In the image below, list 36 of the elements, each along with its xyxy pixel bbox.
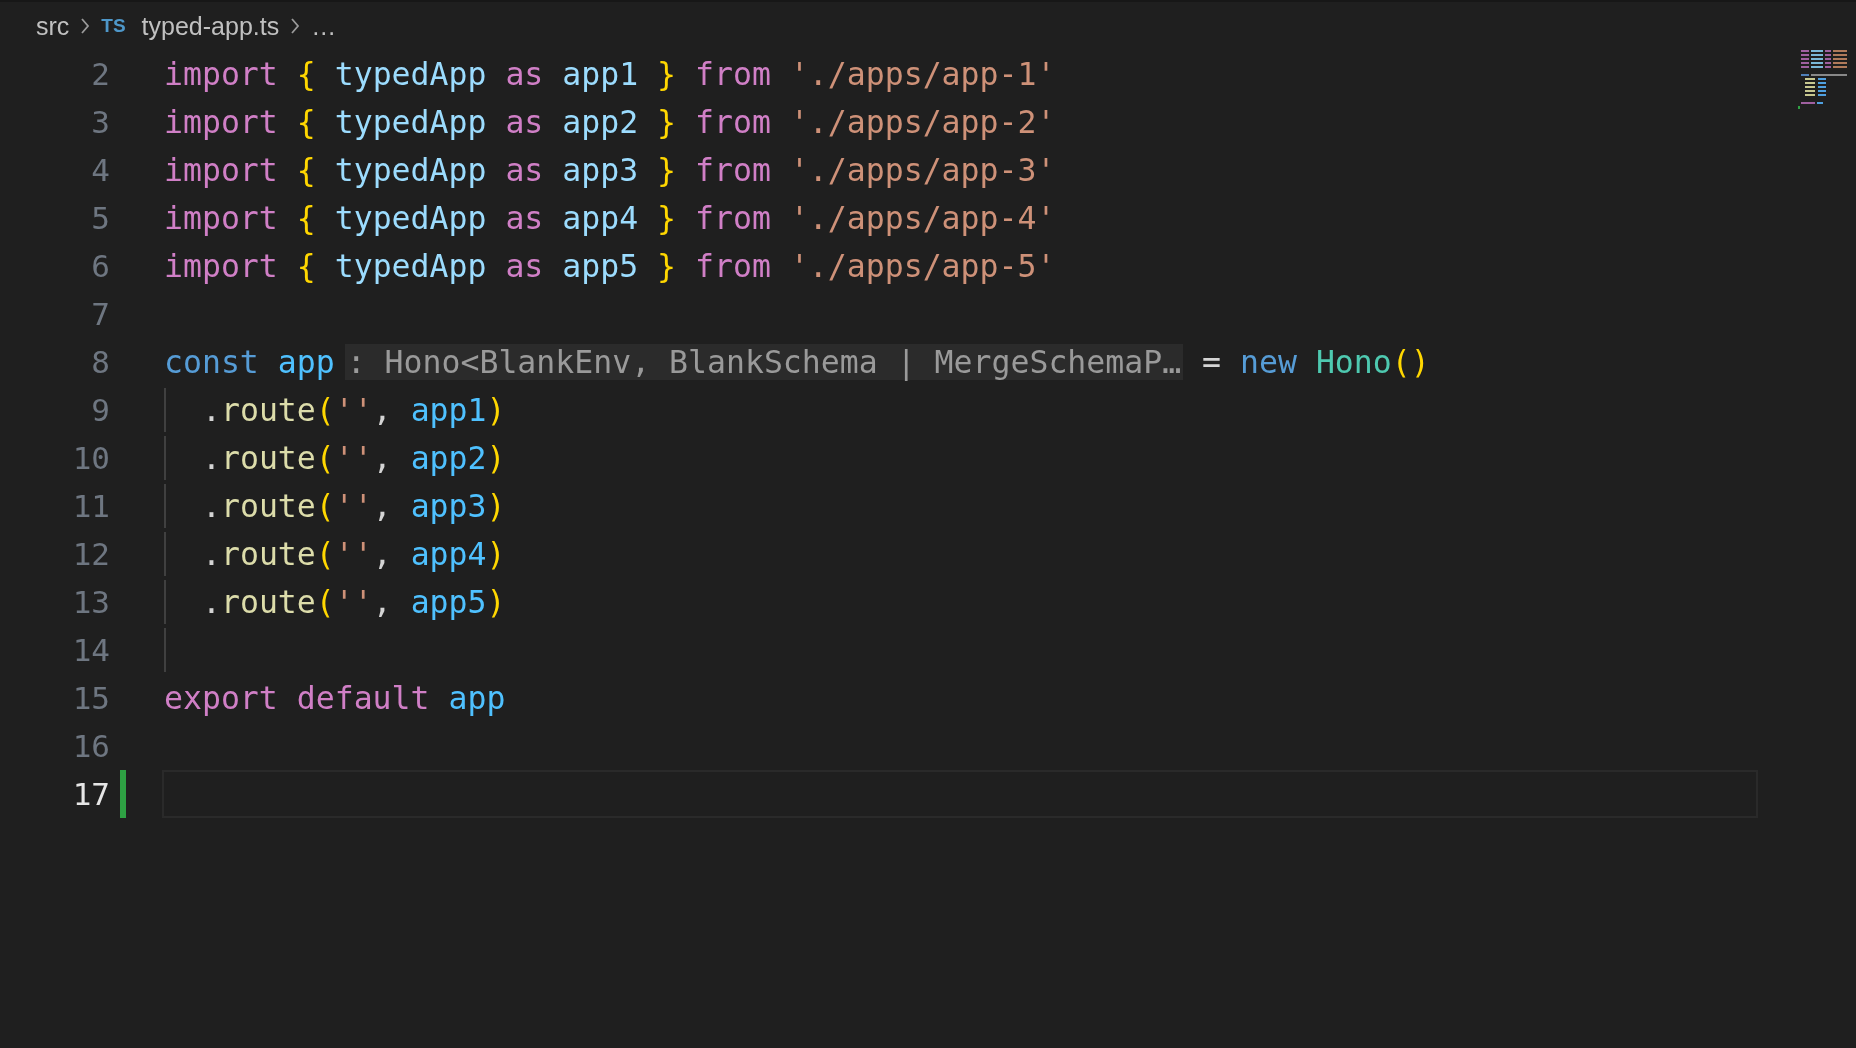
line-number: 15 xyxy=(71,680,110,716)
code-text: import { typedApp as app2 } from './apps/app-2' xyxy=(164,104,1056,140)
code-text: .route('', app1) xyxy=(202,392,506,428)
line-number: 8 xyxy=(90,344,110,380)
breadcrumb-folder[interactable]: src xyxy=(36,11,70,41)
code-text: const app xyxy=(164,344,335,380)
code-text: import { typedApp as app4 } from './apps/app-4' xyxy=(164,200,1056,236)
line-number: 14 xyxy=(71,632,110,668)
line-number: 10 xyxy=(71,440,110,476)
line-number: 9 xyxy=(90,392,110,428)
line-number: 7 xyxy=(90,296,110,332)
line-number: 17 xyxy=(71,776,110,812)
type-hint: : Hono<BlankEnv, BlankSchema | MergeSchemaP… xyxy=(344,344,1184,380)
line-number: 13 xyxy=(71,584,110,620)
code-text: import { typedApp as app3 } from './apps/app-3' xyxy=(164,152,1056,188)
code-text: import { typedApp as app1 } from './apps/app-1' xyxy=(164,56,1056,92)
breadcrumb-file[interactable]: typed-app.ts xyxy=(141,11,280,41)
breadcrumb-more[interactable]: … xyxy=(311,11,337,41)
line-number: 12 xyxy=(71,536,110,572)
chevron-icon xyxy=(289,16,302,36)
code-text: = new Hono() xyxy=(1201,344,1430,380)
code-text: .route('', app5) xyxy=(202,584,506,620)
code-text: .route('', app4) xyxy=(202,536,506,572)
line-number: 3 xyxy=(90,104,110,140)
chevron-icon xyxy=(79,16,92,36)
code-text: .route('', app3) xyxy=(202,488,506,524)
line-number: 6 xyxy=(90,248,110,284)
line-number: 11 xyxy=(71,488,110,524)
code-text: import { typedApp as app5 } from './apps/app-5' xyxy=(164,248,1056,284)
code-text: export default app xyxy=(164,680,506,716)
line-number: 2 xyxy=(90,56,110,92)
line-number: 16 xyxy=(71,728,110,764)
code-text: .route('', app2) xyxy=(202,440,506,476)
line-number: 4 xyxy=(90,152,110,188)
typescript-file-icon: TS xyxy=(101,15,126,37)
line-number: 5 xyxy=(90,200,110,236)
